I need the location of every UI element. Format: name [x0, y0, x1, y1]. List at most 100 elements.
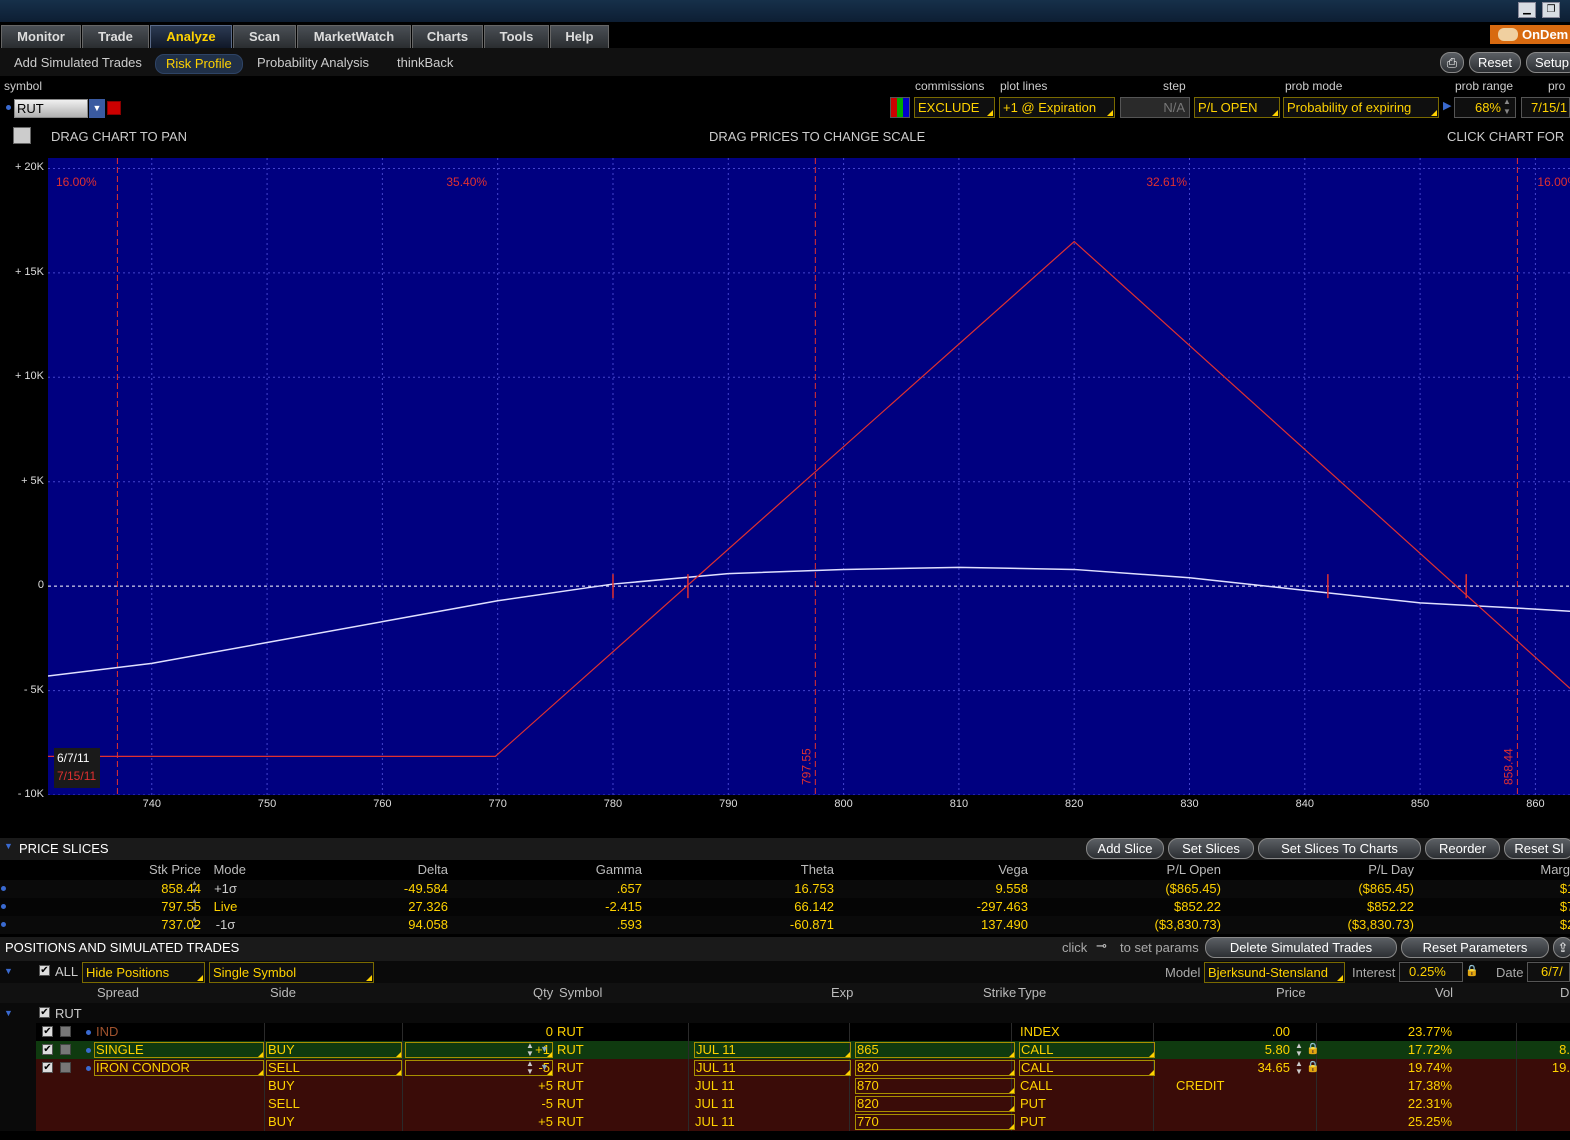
export-icon[interactable]: ⇪ [1553, 937, 1570, 958]
price-slice-cell[interactable]: 858.44 [100, 881, 201, 896]
price-stepper[interactable]: ▲ ▼ [191, 880, 198, 896]
spread-select[interactable]: IRON CONDOR [94, 1060, 264, 1076]
qty-stepper[interactable]: ▲ ▼ [526, 1060, 534, 1076]
price-stepper[interactable]: ▲ ▼ [191, 916, 198, 932]
row-toggle[interactable] [60, 1044, 71, 1055]
y-tick-label[interactable]: + 10K [4, 370, 44, 382]
expand-arrow-icon[interactable]: ▶ [1443, 99, 1451, 112]
row-checkbox[interactable]: ✔ [42, 1062, 53, 1073]
strike-select[interactable]: 820 [855, 1096, 1015, 1112]
collapse-all-icon[interactable]: ▼ [4, 966, 13, 976]
risk-profile-chart[interactable]: 797.55 858.44 16.00% 35.40% 32.61% 16.00% 6/7… [48, 158, 1570, 795]
x-tick-label[interactable]: 760 [367, 798, 397, 810]
tab-help[interactable]: Help [550, 25, 609, 48]
y-tick-label[interactable]: + 20K [4, 161, 44, 173]
row-checkbox[interactable]: ✔ [42, 1026, 53, 1037]
x-tick-label[interactable]: 850 [1405, 798, 1435, 810]
setup-button[interactable]: Setup [1526, 52, 1570, 73]
price-slice-row[interactable]: 797.55 Live 27.326 -2.415 66.142 -297.463 $852… [0, 898, 1570, 916]
commissions-select[interactable]: EXCLUDE [914, 97, 995, 118]
x-tick-label[interactable]: 810 [944, 798, 974, 810]
tab-analyze[interactable]: Analyze [150, 25, 232, 48]
lock-icon[interactable]: 🔒 [1306, 1042, 1320, 1055]
row-toggle[interactable] [60, 1026, 71, 1037]
x-tick-label[interactable]: 770 [483, 798, 513, 810]
tab-tools[interactable]: Tools [484, 25, 549, 48]
tab-trade[interactable]: Trade [82, 25, 149, 48]
hide-positions-select[interactable]: Hide Positions [82, 962, 205, 983]
spread-select[interactable]: SINGLE [94, 1042, 264, 1058]
price-stepper[interactable]: ▲ ▼ [191, 898, 198, 914]
pl-mode-select[interactable]: P/L OPEN [1194, 97, 1280, 118]
y-tick-label[interactable]: - 5K [4, 684, 44, 696]
qty-dropdown-icon[interactable]: ▼ [540, 1044, 549, 1054]
exp-select[interactable]: JUL 11 [694, 1042, 851, 1058]
add-slice-button[interactable]: Add Slice [1086, 838, 1164, 859]
x-tick-label[interactable]: 800 [829, 798, 859, 810]
y-tick-label[interactable]: - 10K [4, 788, 44, 800]
plotlines-select[interactable]: +1 @ Expiration [999, 97, 1115, 118]
strike-select[interactable]: 865 [855, 1042, 1015, 1058]
position-row[interactable]: ✔ IND 0 INDEX RUT .00 23.77% [36, 1023, 1570, 1041]
reorder-button[interactable]: Reorder [1425, 838, 1500, 859]
position-row[interactable]: ✔ SINGLE BUY +1 ▲ ▼ ▼ JUL 11 865 CALL RUT 5.80 ▲ ▼ 🔒 17… [36, 1041, 1570, 1059]
tab-scan[interactable]: Scan [233, 25, 296, 48]
x-tick-label[interactable]: 840 [1290, 798, 1320, 810]
x-tick-label[interactable]: 790 [713, 798, 743, 810]
set-slices-button[interactable]: Set Slices [1168, 838, 1254, 859]
subtab-risk-profile[interactable]: Risk Profile [155, 54, 243, 74]
restore-icon[interactable]: ❐ [1542, 2, 1560, 18]
symbol-dropdown-icon[interactable]: ▼ [89, 99, 105, 118]
exp-select[interactable]: JUL 11 [694, 1060, 851, 1076]
lock-icon[interactable]: 🔒 [1465, 964, 1479, 977]
tab-marketwatch[interactable]: MarketWatch [297, 25, 411, 48]
price-slice-row[interactable]: 858.44 +1σ -49.584 .657 16.753 9.558 ($865.45)… [0, 880, 1570, 898]
subtab-add-simulated-trades[interactable]: Add Simulated Trades [14, 54, 142, 74]
tab-charts[interactable]: Charts [412, 25, 483, 48]
x-tick-label[interactable]: 820 [1059, 798, 1089, 810]
all-checkbox[interactable]: ✔ [39, 965, 50, 976]
x-tick-label[interactable]: 780 [598, 798, 628, 810]
subtab-probability-analysis[interactable]: Probability Analysis [257, 54, 369, 74]
row-toggle[interactable] [60, 1062, 71, 1073]
x-tick-label[interactable]: 830 [1175, 798, 1205, 810]
price-slice-row[interactable]: 737.02 -1σ 94.058 .593 -60.871 137.490 ($3,830… [0, 916, 1570, 934]
y-tick-label[interactable]: + 15K [4, 266, 44, 278]
price-stepper[interactable]: ▲ ▼ [1295, 1060, 1303, 1076]
side-select[interactable]: BUY [266, 1042, 402, 1058]
type-select[interactable]: CALL [1019, 1042, 1155, 1058]
reset-button[interactable]: Reset [1469, 52, 1521, 73]
collapse-icon[interactable]: ▼ [4, 841, 13, 851]
type-select[interactable]: CALL [1019, 1060, 1155, 1076]
color-palette-icon[interactable] [890, 97, 910, 118]
position-row[interactable]: ✔ IRON CONDOR SELL -5 ▲ ▼ ▼ JUL 11 820 CALL RUT 34.… [36, 1059, 1570, 1077]
positions-date-input[interactable]: 6/7/ [1527, 962, 1570, 982]
row-checkbox[interactable]: ✔ [42, 1044, 53, 1055]
price-stepper[interactable]: ▲ ▼ [1295, 1042, 1303, 1058]
tab-monitor[interactable]: Monitor [1, 25, 81, 48]
strike-select[interactable]: 870 [855, 1078, 1015, 1094]
symbol-input[interactable]: RUT [14, 99, 88, 118]
delete-simulated-trades-button[interactable]: Delete Simulated Trades [1205, 937, 1397, 958]
date-input[interactable]: 7/15/1 [1521, 97, 1570, 118]
side-select[interactable]: SELL [266, 1060, 402, 1076]
x-tick-label[interactable]: 740 [137, 798, 167, 810]
print-icon[interactable]: ⎙ [1440, 52, 1464, 73]
position-row[interactable]: BUY +5 JUL 11 770 PUT RUT 25.25% [36, 1113, 1570, 1131]
lock-icon[interactable]: 🔒 [1306, 1060, 1320, 1073]
reset-slices-button[interactable]: Reset Sl [1504, 838, 1570, 859]
y-tick-label[interactable]: 0 [4, 579, 44, 591]
model-select[interactable]: Bjerksund-Stensland [1204, 962, 1345, 983]
x-tick-label[interactable]: 750 [252, 798, 282, 810]
qty-stepper[interactable]: ▲ ▼ [526, 1042, 534, 1058]
probrange-stepper[interactable]: ▲ ▼ [1503, 97, 1511, 117]
group-checkbox[interactable]: ✔ [39, 1007, 50, 1018]
probmode-select[interactable]: Probability of expiring [1283, 97, 1439, 118]
set-slices-to-charts-button[interactable]: Set Slices To Charts [1258, 838, 1421, 859]
x-tick-label[interactable]: 860 [1520, 798, 1550, 810]
qty-dropdown-icon[interactable]: ▼ [540, 1062, 549, 1072]
position-row[interactable]: BUY +5 JUL 11 870 CALL RUT CREDIT 17.38% [36, 1077, 1570, 1095]
strike-select[interactable]: 820 [855, 1060, 1015, 1076]
price-slice-cell[interactable]: 737.02 [100, 917, 201, 932]
price-slice-cell[interactable]: 797.55 [100, 899, 201, 914]
